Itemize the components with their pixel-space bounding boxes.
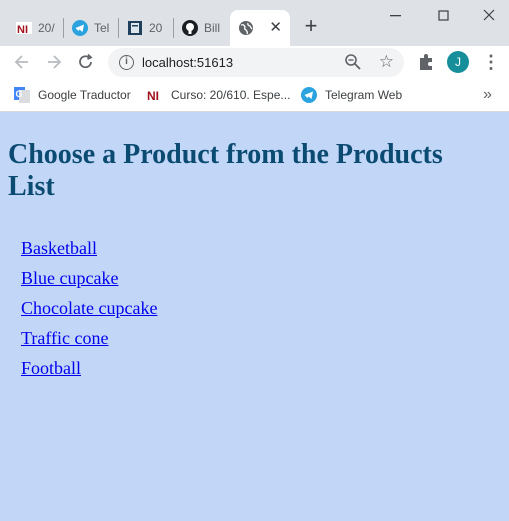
extensions-icon[interactable] (416, 52, 436, 72)
close-window-button[interactable] (479, 6, 499, 26)
bookmark-label: Curso: 20/610. Espe... (171, 88, 291, 102)
kebab-menu-icon[interactable]: ⋮ (482, 52, 500, 72)
back-button[interactable] (11, 51, 33, 73)
ni-logo-icon: NI (147, 87, 163, 103)
tab-1[interactable]: NI 20/ (8, 10, 64, 46)
svg-text:G: G (16, 89, 23, 99)
list-item: Basketball (21, 236, 157, 266)
tab-title: 20/ (38, 21, 55, 35)
maximize-button[interactable] (434, 6, 454, 26)
svg-text:NI: NI (17, 24, 28, 36)
bookmark-telegram[interactable]: Telegram Web (301, 86, 402, 104)
github-icon (182, 20, 198, 36)
book-icon (127, 20, 143, 36)
profile-avatar[interactable]: J (447, 51, 469, 73)
forward-button[interactable] (43, 51, 65, 73)
list-item: Blue cupcake (21, 266, 157, 296)
page-title: Choose a Product from the Products List (8, 139, 443, 202)
product-link-football[interactable]: Football (21, 358, 81, 378)
telegram-icon (72, 20, 88, 36)
bookmark-google-translate[interactable]: G Google Traductor (14, 86, 131, 104)
address-text[interactable]: localhost:51613 (142, 48, 233, 77)
bookmark-star-icon[interactable]: ☆ (379, 51, 394, 73)
list-item: Traffic cone (21, 326, 157, 356)
bookmarks-bar: G Google Traductor NI Curso: 20/610. Esp… (0, 79, 509, 112)
minimize-button[interactable] (386, 6, 406, 26)
reload-button[interactable] (75, 51, 97, 73)
product-link-traffic-cone[interactable]: Traffic cone (21, 328, 108, 348)
page-content: Choose a Product from the Products List … (0, 113, 509, 521)
tab-strip: NI 20/ Tel 20 Bill ✕ + (0, 0, 509, 46)
tab-title: Tel (94, 21, 110, 35)
info-icon[interactable]: i (119, 55, 134, 70)
bookmark-label: Google Traductor (38, 88, 131, 102)
tab-4[interactable]: Bill (174, 10, 230, 46)
tab-active[interactable]: ✕ (230, 10, 290, 46)
product-list: Basketball Blue cupcake Chocolate cupcak… (21, 236, 157, 386)
telegram-icon (301, 87, 317, 103)
svg-text:NI: NI (147, 89, 159, 103)
list-item: Chocolate cupcake (21, 296, 157, 326)
google-translate-icon: G (14, 87, 30, 103)
new-tab-button[interactable]: + (301, 15, 321, 37)
close-tab-icon[interactable]: ✕ (269, 19, 282, 37)
tab-title: 20 (149, 21, 163, 35)
tab-title: Bill (204, 21, 221, 35)
bookmark-curso[interactable]: NI Curso: 20/610. Espe... (147, 86, 290, 104)
product-link-basketball[interactable]: Basketball (21, 238, 97, 258)
list-item: Football (21, 356, 157, 386)
product-link-chocolate-cupcake[interactable]: Chocolate cupcake (21, 298, 157, 318)
ni-logo-icon: NI (16, 20, 32, 36)
browser-toolbar: i localhost:51613 ☆ J ⋮ (0, 46, 509, 79)
zoom-icon[interactable] (344, 53, 362, 71)
bookmark-label: Telegram Web (325, 88, 403, 102)
tab-3[interactable]: 20 (119, 10, 174, 46)
tab-2[interactable]: Tel (64, 10, 119, 46)
address-bar[interactable]: i localhost:51613 ☆ (108, 48, 404, 77)
more-bookmarks-icon[interactable]: » (483, 85, 492, 105)
globe-icon (238, 20, 254, 36)
product-link-blue-cupcake[interactable]: Blue cupcake (21, 268, 118, 288)
